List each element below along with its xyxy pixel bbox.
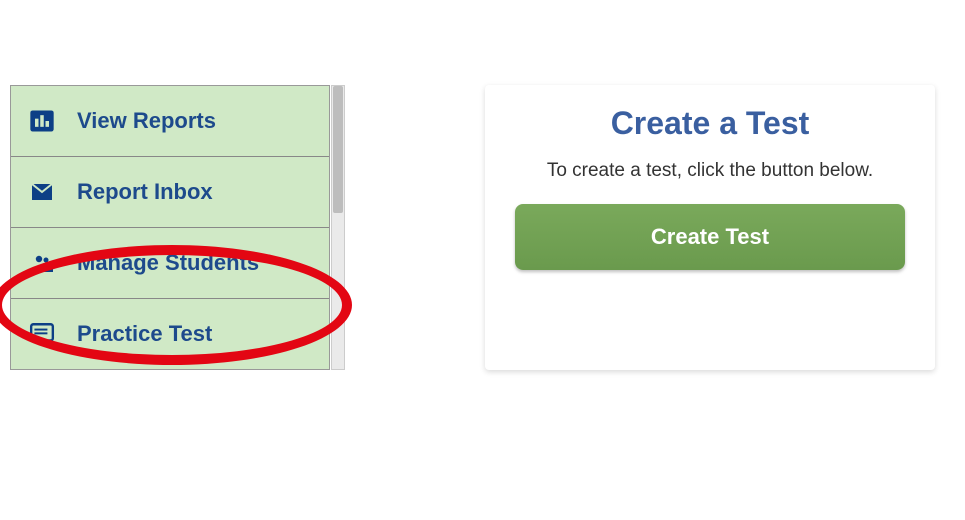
people-icon (25, 248, 59, 278)
card-title: Create a Test (515, 105, 905, 142)
bar-chart-icon (25, 106, 59, 136)
sidebar-item-label: Report Inbox (77, 179, 213, 205)
scrollbar-track[interactable] (331, 85, 345, 370)
envelope-icon (25, 177, 59, 207)
sidebar-item-view-reports[interactable]: View Reports (11, 86, 329, 157)
sidebar-item-report-inbox[interactable]: Report Inbox (11, 157, 329, 228)
sidebar-item-label: Manage Students (77, 250, 259, 276)
create-test-card: Create a Test To create a test, click th… (485, 85, 935, 370)
sidebar-item-practice-test[interactable]: Practice Test (11, 299, 329, 369)
scrollbar-thumb[interactable] (333, 86, 343, 213)
create-test-button[interactable]: Create Test (515, 204, 905, 270)
monitor-list-icon (25, 319, 59, 349)
sidebar-item-label: Practice Test (77, 321, 212, 347)
sidebar-item-label: View Reports (77, 108, 216, 134)
sidebar-item-manage-students[interactable]: Manage Students (11, 228, 329, 299)
sidebar: View Reports Report Inbox (10, 85, 330, 370)
card-subtitle: To create a test, click the button below… (515, 160, 905, 182)
